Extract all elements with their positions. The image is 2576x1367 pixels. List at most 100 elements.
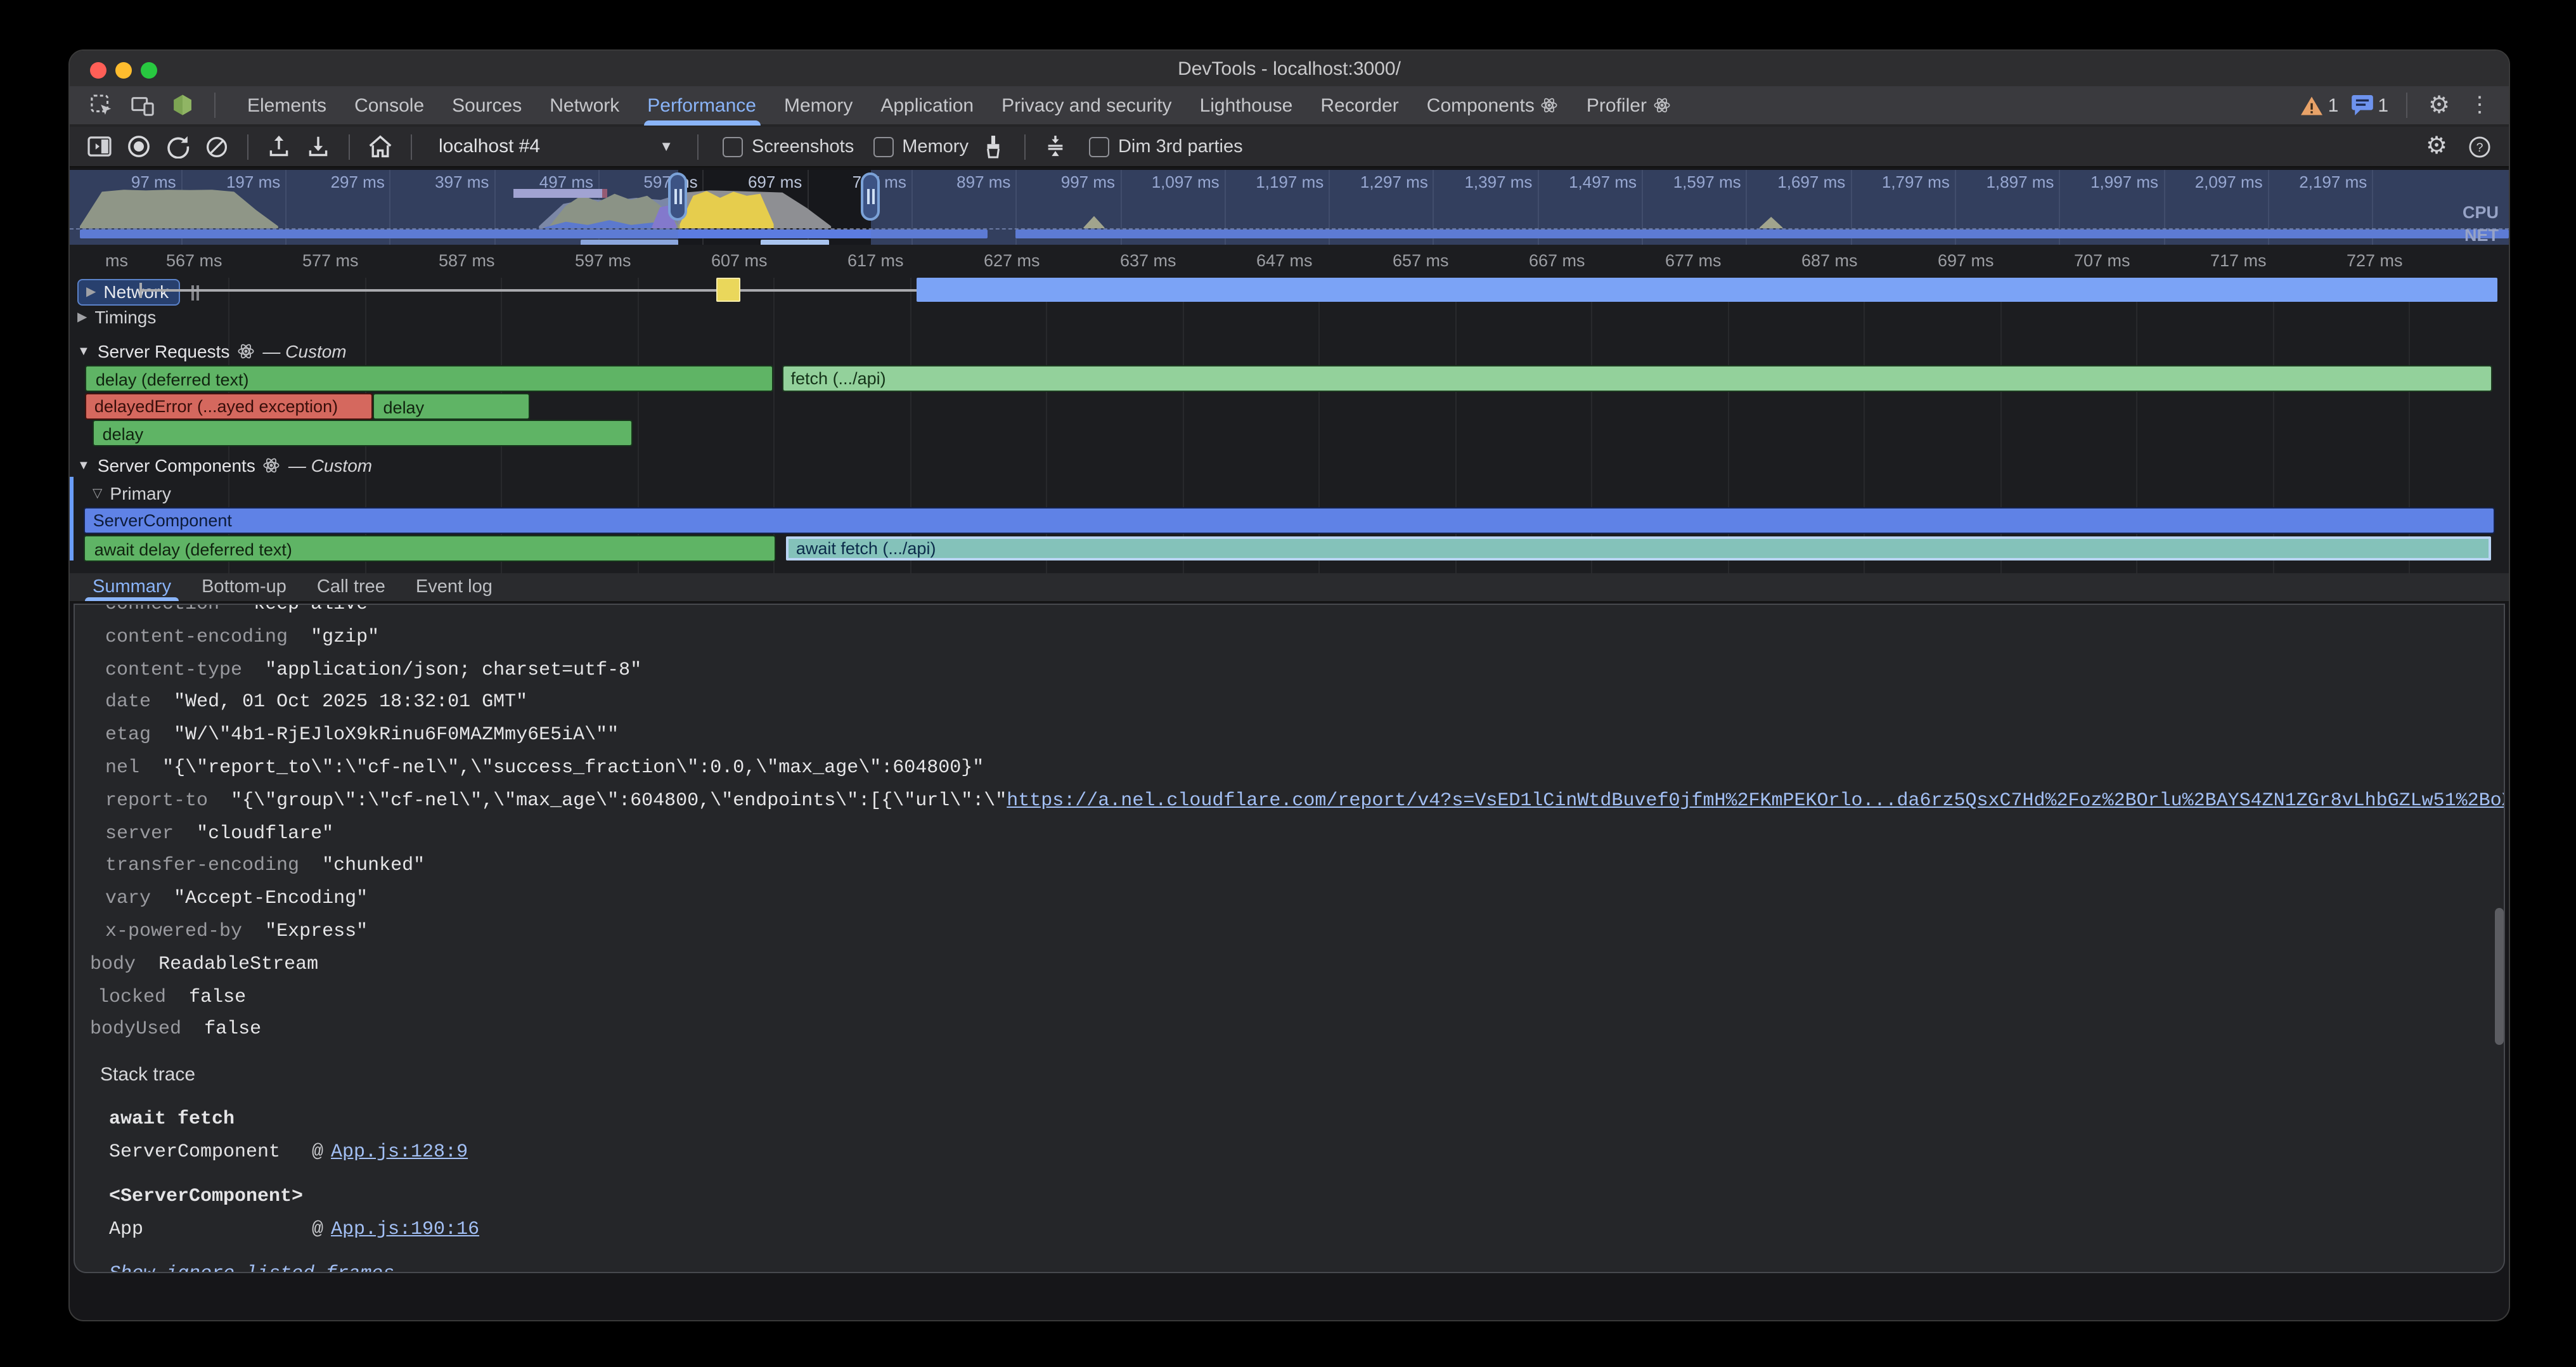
tab-profiler[interactable]: Profiler — [1573, 86, 1685, 124]
titlebar[interactable]: DevTools - localhost:3000/ — [70, 51, 2509, 86]
details-tab-summary[interactable]: Summary — [77, 573, 186, 601]
tab-recorder[interactable]: Recorder — [1306, 86, 1412, 124]
issues-badge[interactable]: 1 — [2351, 94, 2388, 116]
frame-text: <ServerComponent> — [109, 1186, 303, 1207]
header-key: locked — [98, 986, 166, 1007]
collapse-triangle-icon[interactable]: ▼ — [77, 344, 90, 358]
overview-dim-right — [871, 170, 2509, 245]
show-ignore-listed-link[interactable]: Show ignore-listed frames — [75, 1258, 2504, 1273]
settings-gear-icon[interactable]: ⚙ — [2425, 91, 2453, 119]
screenshots-checkbox[interactable]: Screenshots — [723, 136, 854, 157]
server-request-bar[interactable]: delay — [375, 394, 529, 418]
help-icon[interactable]: ? — [2466, 133, 2494, 160]
collapse-triangle-icon[interactable]: ▼ — [77, 458, 90, 472]
details-tab-label: Event log — [416, 577, 493, 597]
active-tab-underline — [643, 120, 760, 126]
frame-function: ServerComponent — [109, 1136, 312, 1169]
server-component-bar[interactable]: await delay (deferred text) — [86, 536, 775, 560]
tab-console[interactable]: Console — [340, 86, 438, 124]
header-value: "chunked" — [322, 855, 425, 877]
header-row: content-encoding "gzip" — [75, 621, 2504, 654]
selection-handle-left[interactable] — [668, 172, 687, 221]
header-value: false — [189, 986, 246, 1007]
track-custom-suffix: — Custom — [288, 455, 372, 476]
group-title: Primary — [110, 483, 171, 503]
track-grip-icon[interactable] — [191, 285, 200, 300]
stack-frame: ServerComponent@App.js:128:9 — [75, 1136, 2504, 1169]
report-to-link[interactable]: https://a.nel.cloudflare.com/report/v4?s… — [1007, 790, 2505, 812]
primary-group-label[interactable]: ▽ Primary — [93, 483, 171, 503]
tab-sources[interactable]: Sources — [438, 86, 536, 124]
selected-group-indicator — [70, 477, 74, 560]
frame-text: await fetch — [109, 1108, 235, 1130]
ruler-tick-label: 567 ms — [121, 251, 222, 271]
primary-group-row: ▽ Primary — [70, 482, 2509, 507]
save-profile-icon[interactable] — [304, 133, 332, 160]
record-button[interactable] — [124, 133, 152, 160]
details-tab-event-log[interactable]: Event log — [401, 573, 508, 601]
flame-chart[interactable]: ms567 ms577 ms587 ms597 ms607 ms617 ms62… — [70, 245, 2509, 573]
history-select[interactable]: localhost #4 ▼ — [431, 133, 681, 160]
device-toolbar-icon[interactable] — [128, 91, 156, 119]
server-component-bar[interactable]: await fetch (.../api) — [786, 536, 2491, 560]
server-request-bar[interactable]: delay — [94, 421, 632, 445]
details-tab-label: Summary — [93, 577, 171, 597]
panel-settings-gear-icon[interactable]: ⚙ — [2423, 133, 2450, 160]
timings-track-label[interactable]: ▶Timings — [77, 307, 156, 327]
ruler-unit-label: ms — [70, 251, 128, 271]
tab-components[interactable]: Components — [1413, 86, 1573, 124]
server-components-header-label[interactable]: ▼Server Components— Custom — [77, 455, 372, 476]
tab-application[interactable]: Application — [866, 86, 988, 124]
details-tab-label: Call tree — [317, 577, 385, 597]
server-requests-header: ▼Server Requests— Custom — [70, 340, 2509, 365]
kebab-menu-icon[interactable]: ⋮ — [2466, 91, 2494, 119]
home-icon[interactable] — [366, 133, 394, 160]
memory-checkbox[interactable]: Memory — [873, 136, 969, 157]
frame-source-link[interactable]: App.js:128:9 — [331, 1141, 468, 1163]
react-atom-icon — [1653, 96, 1671, 114]
server-request-bar[interactable]: delay (deferred text) — [87, 366, 772, 391]
scrollbar-thumb[interactable] — [2495, 908, 2504, 1045]
timeline-overview[interactable]: 97 ms197 ms297 ms397 ms497 ms597 ms697 m… — [70, 170, 2509, 246]
selection-handle-right[interactable] — [861, 172, 880, 221]
tab-privacy-and-security[interactable]: Privacy and security — [988, 86, 1185, 124]
tab-lighthouse[interactable]: Lighthouse — [1186, 86, 1307, 124]
dim-3rd-parties-checkbox[interactable]: Dim 3rd parties — [1089, 136, 1243, 157]
ruler-tick-label: 587 ms — [394, 251, 495, 271]
expand-triangle-icon[interactable]: ▶ — [86, 285, 96, 299]
devtools-tabbar: ElementsConsoleSourcesNetworkPerformance… — [70, 86, 2509, 127]
server-request-bar[interactable]: fetch (.../api) — [783, 366, 2491, 391]
collapse-icon[interactable] — [1042, 133, 1070, 160]
tab-memory[interactable]: Memory — [770, 86, 866, 124]
reload-record-button[interactable] — [164, 133, 191, 160]
inspect-element-icon[interactable] — [87, 91, 115, 119]
clear-button[interactable] — [203, 133, 231, 160]
server-request-bar[interactable]: delayedError (...ayed exception) — [87, 394, 371, 418]
network-whisker — [140, 289, 917, 292]
network-bar[interactable] — [716, 278, 741, 302]
server-components-row: ServerComponent — [70, 509, 2509, 534]
expand-triangle-icon[interactable]: ▶ — [77, 310, 87, 324]
network-bar[interactable] — [917, 278, 2497, 302]
header-value: false — [204, 1019, 261, 1040]
node-icon[interactable] — [169, 91, 196, 119]
tab-performance[interactable]: Performance — [633, 86, 770, 124]
server-requests-row: delay (deferred text) fetch (.../api) — [70, 366, 2509, 392]
load-profile-icon[interactable] — [265, 133, 293, 160]
details-tab-bottom-up[interactable]: Bottom-up — [186, 573, 302, 601]
header-value: "keep-alive" — [242, 604, 379, 615]
network-track-chip[interactable]: ▶Network — [77, 279, 180, 306]
tab-network[interactable]: Network — [536, 86, 633, 124]
server-component-bar[interactable]: ServerComponent — [86, 509, 2494, 533]
network-track-label[interactable]: ▶Network — [77, 279, 200, 306]
tab-elements[interactable]: Elements — [233, 86, 340, 124]
header-key: content-type — [105, 659, 242, 680]
collapse-triangle-icon[interactable]: ▽ — [93, 486, 102, 500]
tab-label: Recorder — [1320, 94, 1398, 116]
warnings-badge[interactable]: 1 — [2302, 94, 2339, 116]
details-tab-call-tree[interactable]: Call tree — [302, 573, 401, 601]
toggle-sidebar-icon[interactable] — [85, 133, 113, 160]
collect-garbage-icon[interactable] — [980, 133, 1008, 160]
frame-source-link[interactable]: App.js:190:16 — [331, 1219, 479, 1240]
server-requests-header-label[interactable]: ▼Server Requests— Custom — [77, 341, 347, 361]
